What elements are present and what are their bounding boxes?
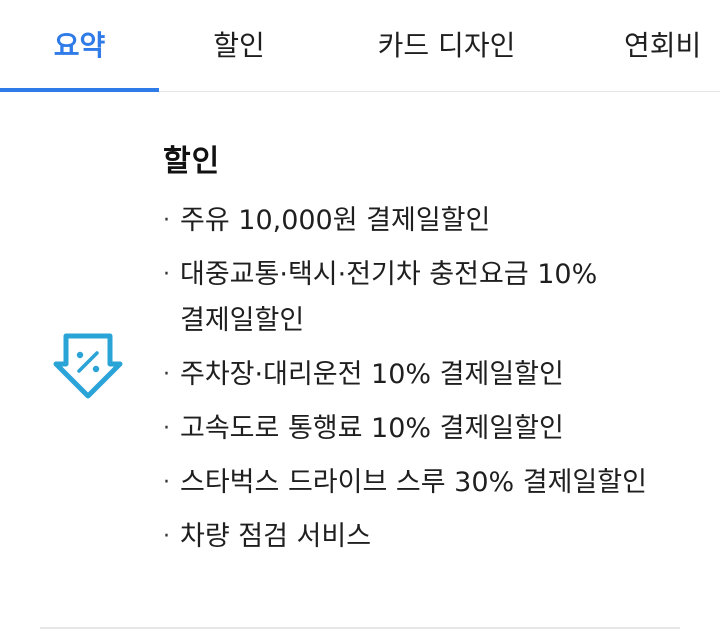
bullet: ·	[163, 470, 170, 495]
divider	[40, 627, 680, 629]
tab-bar: 요약 할인 카드 디자인 연회비	[0, 0, 720, 92]
benefit-list: · 주유 10,000원 결제일할인 · 대중교통·택시·전기차 충전요금 10% …	[163, 198, 663, 568]
benefit-text: 주유 10,000원 결제일할인	[180, 205, 491, 236]
bullet: ·	[163, 362, 170, 387]
benefit-text: 차량 점검 서비스	[180, 521, 372, 552]
benefit-item: · 주차장·대리운전 10% 결제일할인	[163, 352, 663, 398]
bullet: ·	[163, 416, 170, 441]
bullet: ·	[163, 262, 170, 287]
bullet: ·	[163, 524, 170, 549]
benefit-text: 주차장·대리운전 10% 결제일할인	[180, 359, 564, 390]
tab-card-design[interactable]: 카드 디자인	[319, 0, 574, 92]
benefit-text: 고속도로 통행료 10% 결제일할인	[180, 413, 564, 444]
tab-annual-fee[interactable]: 연회비	[574, 0, 720, 92]
section-title: 할인	[163, 144, 221, 179]
bullet: ·	[163, 208, 170, 233]
benefit-item: · 스타벅스 드라이브 스루 30% 결제일할인	[163, 460, 663, 506]
benefit-item: · 차량 점검 서비스	[163, 514, 663, 560]
discount-tag-icon	[52, 330, 124, 402]
benefit-text: 대중교통·택시·전기차 충전요금 10% 결제일할인	[180, 259, 598, 336]
benefit-item: · 고속도로 통행료 10% 결제일할인	[163, 406, 663, 452]
active-tab-indicator	[0, 88, 159, 92]
benefit-item: · 대중교통·택시·전기차 충전요금 10% 결제일할인	[163, 252, 663, 344]
benefit-item: · 주유 10,000원 결제일할인	[163, 198, 663, 244]
benefit-text: 스타벅스 드라이브 스루 30% 결제일할인	[180, 467, 647, 498]
tab-discount[interactable]: 할인	[159, 0, 319, 92]
tab-summary[interactable]: 요약	[0, 0, 159, 92]
